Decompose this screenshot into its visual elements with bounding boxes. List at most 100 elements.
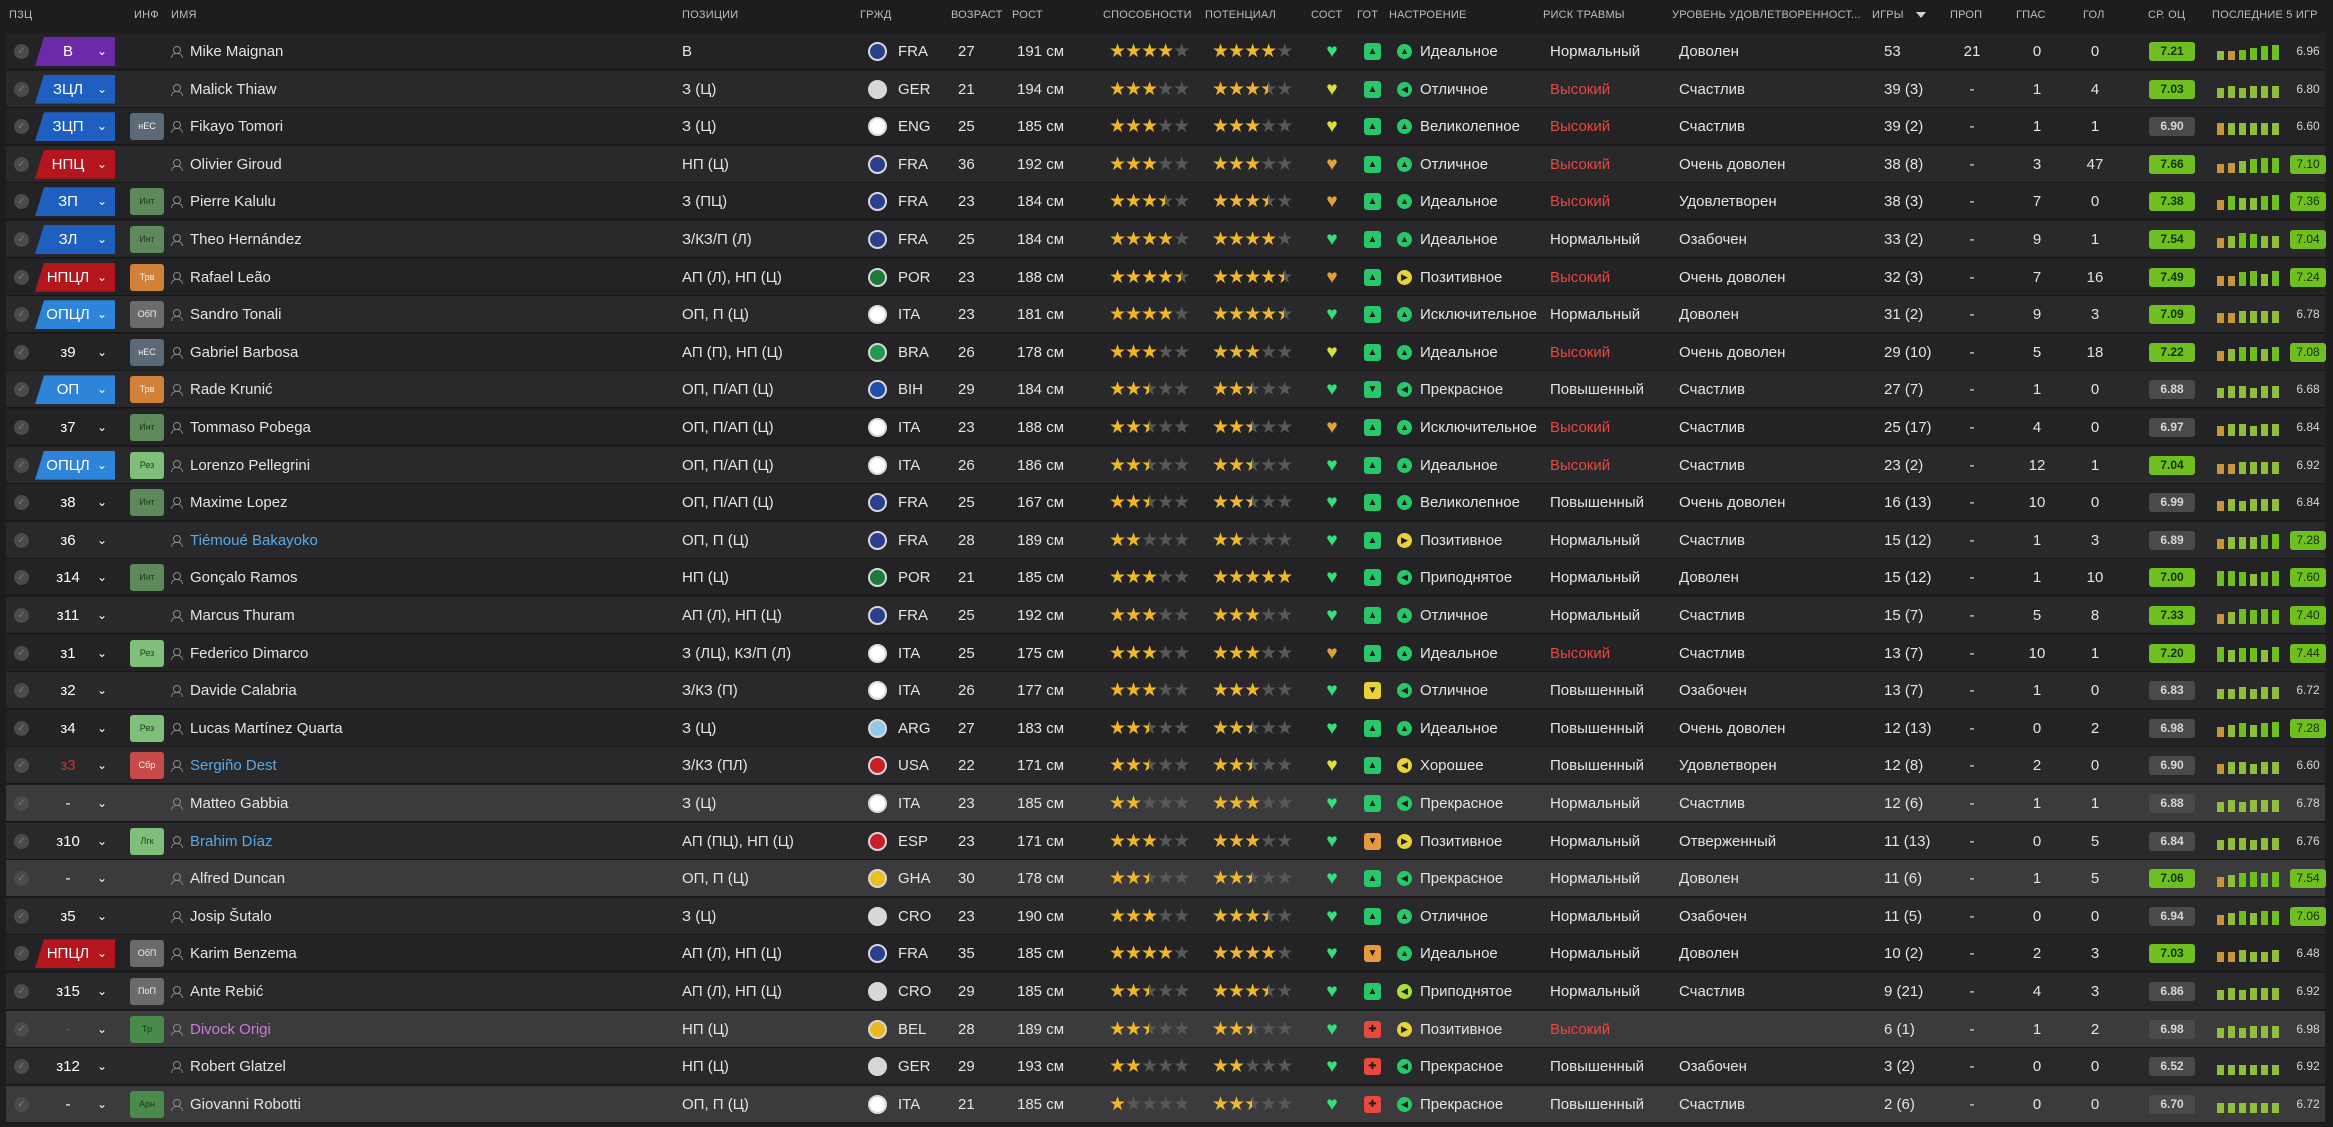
player-name-cell[interactable]: Lorenzo Pellegrini [171,447,651,484]
info-badge[interactable]: нЕС [130,338,164,366]
player-name[interactable]: Karim Benzema [190,945,297,962]
table-row[interactable]: ✓ В ⌄ Mike Maignan В FRA 27 191 см ★★★★★ ★★★★★ ♥ ▲ ▲… [6,33,2325,70]
player-name[interactable]: Marcus Thuram [190,607,295,624]
player-name-cell[interactable]: Theo Hernández [171,221,651,258]
chevron-down-icon[interactable]: ⌄ [93,1090,111,1119]
player-name-cell[interactable]: Giovanni Robotti [171,1086,651,1123]
player-name[interactable]: Theo Hernández [190,231,302,248]
select-checkbox[interactable]: ✓ [14,796,29,811]
player-name-cell[interactable]: Divock Origi [171,1011,651,1048]
chevron-down-icon[interactable]: ⌄ [93,1015,111,1044]
player-name-cell[interactable]: Sergiño Dest [171,747,651,784]
table-row[interactable]: ✓ - ⌄ Арн Giovanni Robotti ОП, П (Ц) ITA 21 185 … [6,1085,2325,1123]
position-selector[interactable]: - ⌄ [35,864,115,893]
chevron-down-icon[interactable]: ⌄ [93,375,111,404]
player-name[interactable]: Josip Šutalo [190,908,272,925]
select-checkbox[interactable]: ✓ [14,608,29,623]
position-selector[interactable]: з8 ⌄ [35,488,115,517]
chevron-down-icon[interactable]: ⌄ [93,902,111,931]
col-header-last5[interactable]: ПОСЛЕДНИЕ 5 ИГР [2212,9,2318,21]
col-header-pos[interactable]: ПЗЦ [9,9,32,21]
position-selector[interactable]: з3 ⌄ [35,751,115,780]
info-badge[interactable]: Арн [130,1090,164,1118]
position-selector[interactable]: з11 ⌄ [35,601,115,630]
table-row[interactable]: ✓ з10 ⌄ Лгк Brahim Díaz АП (ПЦ), НП (Ц) ESP 23 1… [6,822,2325,860]
col-header-satisfaction[interactable]: УРОВЕНЬ УДОВЛЕТВОРЕННОСТ... [1672,9,1861,21]
position-selector[interactable]: ЗЛ ⌄ [35,225,115,254]
col-header-nationality[interactable]: ГРЖД [860,9,892,21]
table-row[interactable]: ✓ з3 ⌄ Сбр Sergiño Dest З/КЗ (ПЛ) USA 22 171 см ★… [6,747,2325,785]
select-checkbox[interactable]: ✓ [14,908,29,924]
table-row[interactable]: ✓ з7 ⌄ Инт Tommaso Pobega ОП, П/АП (Ц) ITA 23 18… [6,409,2325,446]
position-selector[interactable]: з1 ⌄ [35,639,115,668]
table-row[interactable]: ✓ з11 ⌄ Marcus Thuram АП (Л), НП (Ц) FRA 25 192… [6,597,2326,634]
player-name[interactable]: Lorenzo Pellegrini [190,457,310,474]
table-row[interactable]: ✓ НПЦЛ ⌄ ОбП Karim Benzema АП (Л), НП (Ц) FRA 3… [6,935,2325,973]
player-name-cell[interactable]: Robert Glatzel [171,1048,651,1085]
player-name-cell[interactable]: Fikayo Tomori [171,108,651,145]
player-name[interactable]: Sergiño Dest [190,757,277,774]
info-badge[interactable]: Инт [130,564,164,592]
info-badge[interactable]: ОбП [130,301,164,329]
col-header-injury-risk[interactable]: РИСК ТРАВМЫ [1543,9,1625,21]
player-name[interactable]: Alfred Duncan [190,870,285,887]
table-row[interactable]: ✓ з5 ⌄ Josip Šutalo З (Ц) CRO 23 190 см ★★★★★ ★★★… [6,897,2326,935]
select-checkbox[interactable]: ✓ [14,570,29,586]
chevron-down-icon[interactable]: ⌄ [93,789,111,818]
player-name-cell[interactable]: Olivier Giroud [171,146,651,183]
player-name-cell[interactable]: Mike Maignan [171,33,651,70]
position-selector[interactable]: ОПЦЛ ⌄ [35,450,115,480]
player-name-cell[interactable]: Davide Calabria [171,672,651,709]
chevron-down-icon[interactable]: ⌄ [93,225,111,254]
table-row[interactable]: ✓ з12 ⌄ Robert Glatzel НП (Ц) GER 29 193 см ★★★★… [6,1048,2325,1086]
chevron-down-icon[interactable]: ⌄ [93,37,111,66]
table-row[interactable]: ✓ ЗЦП ⌄ нЕС Fikayo Tomori З (Ц) ENG 25 185 см ★★★… [6,108,2325,146]
chevron-down-icon[interactable]: ⌄ [93,263,111,292]
table-row[interactable]: ✓ ОПЦЛ ⌄ ОбП Sandro Tonali ОП, П (Ц) ITA 23 181 … [6,296,2325,334]
position-selector[interactable]: ЗЦЛ ⌄ [35,74,115,104]
player-name-cell[interactable]: Tommaso Pobega [171,409,651,446]
select-checkbox[interactable]: ✓ [14,232,29,247]
col-header-inf[interactable]: ИНФ [134,9,159,21]
select-checkbox[interactable]: ✓ [14,44,29,59]
chevron-down-icon[interactable]: ⌄ [93,300,111,329]
player-name-cell[interactable]: Ante Rebić [171,973,651,1010]
table-row[interactable]: ✓ ЗЦЛ ⌄ Malick Thiaw З (Ц) GER 21 194 см ★★★★★ ★★… [6,70,2325,108]
position-selector[interactable]: НПЦЛ ⌄ [35,939,115,969]
player-name[interactable]: Tommaso Pobega [190,419,311,436]
table-row[interactable]: ✓ ОПЦЛ ⌄ Рез Lorenzo Pellegrini ОП, П/АП (Ц) I… [6,446,2325,484]
player-name-cell[interactable]: Brahim Díaz [171,823,651,860]
table-row[interactable]: ✓ ОП ⌄ Трв Rade Krunić ОП, П/АП (Ц) BIH 29 184 с… [6,371,2325,409]
player-name-cell[interactable]: Pierre Kalulu [171,183,651,220]
player-name[interactable]: Rafael Leão [190,269,271,286]
player-name[interactable]: Divock Origi [190,1021,271,1038]
select-checkbox[interactable]: ✓ [14,871,29,887]
chevron-down-icon[interactable]: ⌄ [93,451,111,480]
info-badge[interactable]: Рез [130,451,164,479]
player-name[interactable]: Sandro Tonali [190,306,281,323]
player-name[interactable]: Gabriel Barbosa [190,344,298,361]
table-row[interactable]: ✓ з4 ⌄ Рез Lucas Martínez Quarta З (Ц) ARG 27 18… [6,709,2326,747]
table-row[interactable]: ✓ з15 ⌄ ПоП Ante Rebić АП (Л), НП (Ц) CRO 29 185… [6,973,2325,1010]
table-row[interactable]: ✓ з9 ⌄ нЕС Gabriel Barbosa АП (П), НП (Ц) BRA 2… [6,333,2326,371]
player-name-cell[interactable]: Malick Thiaw [171,71,651,108]
position-selector[interactable]: з4 ⌄ [35,714,115,743]
select-checkbox[interactable]: ✓ [14,81,29,97]
info-badge[interactable]: Инт [130,489,164,517]
col-header-goals[interactable]: ГОЛ [2083,9,2105,21]
chevron-down-icon[interactable]: ⌄ [93,1052,111,1081]
table-row[interactable]: ✓ з1 ⌄ Рез Federico Dimarco З (ЛЦ), КЗ/П (Л) I… [6,634,2326,672]
player-name-cell[interactable]: Matteo Gabbia [171,785,651,822]
info-badge[interactable]: Рез [130,639,164,667]
position-selector[interactable]: ЗП ⌄ [35,187,115,217]
select-checkbox[interactable]: ✓ [14,194,29,210]
position-selector[interactable]: НПЦ ⌄ [35,149,115,179]
player-name-cell[interactable]: Josip Šutalo [171,898,651,935]
table-row[interactable]: ✓ ЗЛ ⌄ Инт Theo Hernández З/КЗ/П (Л) FRA 25 184 … [6,221,2326,258]
info-badge[interactable]: ПоП [130,978,164,1005]
position-selector[interactable]: - ⌄ [35,1015,115,1044]
select-checkbox[interactable]: ✓ [14,532,29,548]
position-selector[interactable]: з15 ⌄ [35,977,115,1006]
info-badge[interactable]: Трв [130,376,164,404]
player-name[interactable]: Giovanni Robotti [190,1096,301,1113]
